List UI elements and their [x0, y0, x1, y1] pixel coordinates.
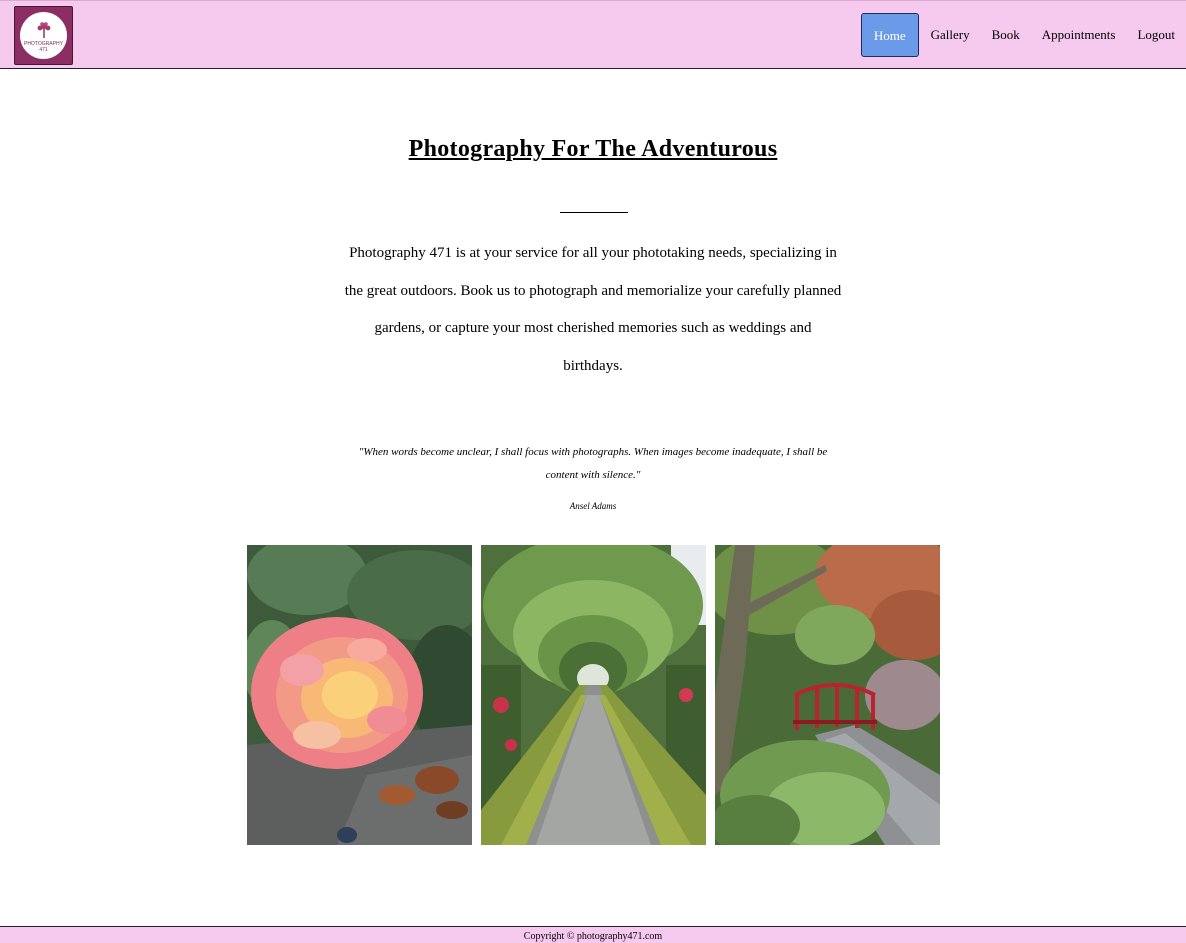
nav-logout[interactable]: Logout — [1127, 13, 1185, 57]
quote-author: Ansel Adams — [569, 501, 617, 511]
nav-book[interactable]: Book — [982, 13, 1030, 57]
copyright-text: Copyright © photography471.com — [523, 931, 663, 942]
logo-text: PHOTOGRAPHY 471 — [24, 41, 63, 53]
pink-rose-photo[interactable] — [247, 545, 472, 845]
garden-arch-path-photo[interactable] — [481, 545, 706, 845]
nav-gallery[interactable]: Gallery — [921, 13, 980, 57]
tree-icon — [37, 22, 51, 38]
logo-disc: PHOTOGRAPHY 471 — [20, 12, 67, 59]
page-footer: Copyright © photography471.com — [0, 926, 1186, 943]
main-nav: Home Gallery Book Appointments Logout — [860, 1, 1186, 69]
page-title: Photography For The Adventurous — [408, 136, 778, 162]
brand-logo[interactable]: PHOTOGRAPHY 471 — [14, 6, 73, 65]
top-navbar: PHOTOGRAPHY 471 Home Gallery Book Appoin… — [0, 0, 1186, 69]
intro-paragraph: Photography 471 is at your service for a… — [344, 245, 842, 374]
quote-text: "When words become unclear, I shall focu… — [358, 446, 828, 481]
photo-gallery — [247, 545, 940, 845]
title-divider — [560, 212, 628, 213]
nav-home[interactable]: Home — [860, 13, 919, 57]
nav-appointments[interactable]: Appointments — [1032, 13, 1126, 57]
red-bridge-garden-photo[interactable] — [715, 545, 940, 845]
